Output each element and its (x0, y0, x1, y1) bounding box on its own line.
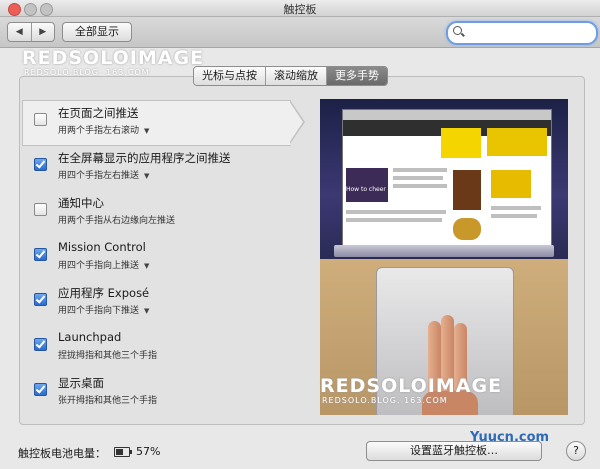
gesture-option[interactable]: 用两个手指左右滚动 ▼ (58, 123, 149, 136)
search-icon (453, 26, 462, 35)
help-button[interactable]: ? (566, 441, 586, 461)
preview-photo (346, 168, 388, 202)
preview-photo (453, 218, 481, 240)
gesture-title: 通知中心 (58, 196, 104, 210)
gesture-option: 用两个手指从右边缘向左推送 (58, 213, 175, 226)
preview-browser-toolbar (343, 110, 551, 120)
watermark-brand-top: REDSOLOIMAGE (22, 47, 205, 69)
preview-banner (487, 128, 547, 156)
battery-icon (114, 447, 132, 457)
preview-text-line (346, 218, 442, 222)
preview-text-line (393, 168, 447, 172)
hand-illustration (422, 391, 478, 415)
search-input[interactable] (466, 25, 586, 39)
tab-more-gestures[interactable]: 更多手势 (326, 67, 387, 85)
gesture-option-label: 捏拢拇指和其他三个手指 (58, 351, 158, 361)
tab-bar: 光标与点按 滚动缩放 更多手势 (193, 66, 388, 86)
gesture-option-label: 用四个手指向下推送 (58, 306, 140, 316)
preview-desk (320, 259, 568, 415)
gesture-title: 在页面之间推送 (58, 106, 139, 120)
gesture-option: 捏拢拇指和其他三个手指 (58, 348, 157, 361)
preview-text-line (491, 214, 537, 218)
gesture-option[interactable]: 用四个手指左右推送 ▼ (58, 168, 149, 181)
gesture-title: 在全屏幕显示的应用程序之间推送 (58, 151, 231, 165)
preview-text-line (393, 184, 447, 188)
gesture-option: 张开拇指和其他三个手指 (58, 393, 157, 406)
preview-text-line (346, 210, 446, 214)
toolbar: ◀ ▶ 全部显示 (0, 17, 600, 48)
watermark-site: Yuucn.com (470, 430, 550, 445)
gesture-checkbox[interactable] (34, 113, 47, 126)
battery-level-label: 触控板电池电量： (18, 447, 106, 460)
window-title: 触控板 (283, 3, 317, 16)
preview-photo (491, 170, 531, 198)
show-all-button[interactable]: 全部显示 (62, 22, 132, 42)
preview-text-line (393, 176, 443, 180)
gesture-option-label: 用四个手指左右推送 (58, 171, 140, 181)
preview-text-line (491, 206, 541, 210)
gesture-title: Mission Control (58, 240, 146, 254)
gesture-title: Launchpad (58, 330, 122, 344)
title-bar: 触控板 (0, 0, 600, 17)
navigation-buttons: ◀ ▶ (7, 22, 55, 42)
preview-browser-window: How to cheer up it (342, 109, 552, 249)
back-button[interactable]: ◀ (8, 23, 31, 41)
gesture-title: 显示桌面 (58, 376, 104, 390)
gesture-option-label: 用两个手指左右滚动 (58, 126, 140, 136)
gesture-checkbox[interactable] (34, 203, 47, 216)
preview-dock (334, 245, 554, 257)
chevron-down-icon: ▼ (144, 127, 150, 135)
tab-scroll-and-zoom[interactable]: 滚动缩放 (265, 67, 326, 85)
gesture-option-label: 张开拇指和其他三个手指 (58, 396, 158, 406)
gesture-preview-video: How to cheer up it (320, 99, 568, 415)
gesture-checkbox[interactable] (34, 293, 47, 306)
tab-point-and-click[interactable]: 光标与点按 (194, 67, 265, 85)
gesture-checkbox[interactable] (34, 248, 47, 261)
chevron-down-icon: ▼ (144, 307, 150, 315)
gesture-option[interactable]: 用四个手指向下推送 ▼ (58, 303, 149, 316)
gesture-title: 应用程序 Exposé (58, 286, 150, 300)
battery-percent: 57% (136, 445, 161, 458)
gesture-option-label: 用两个手指从右边缘向左推送 (58, 216, 176, 226)
search-field[interactable] (446, 21, 598, 45)
gesture-checkbox[interactable] (34, 383, 47, 396)
gesture-checkbox[interactable] (34, 158, 47, 171)
selected-gesture-pointer (289, 100, 305, 144)
gesture-option[interactable]: 用四个手指向上推送 ▼ (58, 258, 149, 271)
gesture-option-label: 用四个手指向上推送 (58, 261, 140, 271)
preview-photo (453, 170, 481, 210)
battery-fill (116, 449, 123, 455)
chevron-down-icon: ▼ (144, 262, 150, 270)
chevron-down-icon: ▼ (144, 172, 150, 180)
gesture-checkbox[interactable] (34, 338, 47, 351)
forward-button[interactable]: ▶ (30, 23, 55, 41)
preview-banner (441, 128, 481, 158)
